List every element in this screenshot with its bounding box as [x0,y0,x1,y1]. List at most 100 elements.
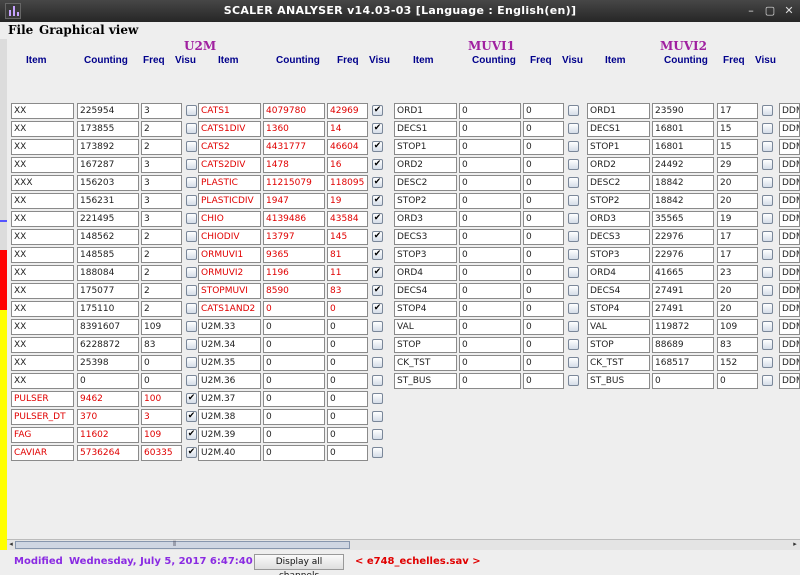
u2m-freq-field[interactable]: 16 [327,157,368,173]
u2m-counting-field[interactable]: 0 [263,319,325,335]
muvi1-counting-field[interactable]: 0 [459,319,521,335]
u2m-freq-field[interactable]: 14 [327,121,368,137]
group1-item-field[interactable]: XX [11,373,74,389]
next-group-item-field[interactable]: DDM [779,283,800,299]
muvi2-item-field[interactable]: DECS3 [587,229,650,245]
u2m-counting-field[interactable]: 0 [263,445,325,461]
group1-visu-checkbox[interactable] [186,141,197,152]
muvi1-item-field[interactable]: ORD4 [394,265,457,281]
u2m-visu-checkbox[interactable]: ✔ [372,249,383,260]
muvi1-visu-checkbox[interactable] [568,303,579,314]
u2m-freq-field[interactable]: 0 [327,373,368,389]
group1-freq-field[interactable]: 2 [141,247,182,263]
u2m-freq-field[interactable]: 0 [327,319,368,335]
group1-visu-checkbox[interactable] [186,177,197,188]
scrollbar-thumb[interactable] [15,541,350,549]
group1-freq-field[interactable]: 109 [141,427,182,443]
muvi1-freq-field[interactable]: 0 [523,337,564,353]
group1-counting-field[interactable]: 370 [77,409,139,425]
muvi1-item-field[interactable]: STOP [394,337,457,353]
scroll-left-icon[interactable]: ◂ [7,540,15,548]
u2m-item-field[interactable]: U2M.37 [198,391,261,407]
muvi1-freq-field[interactable]: 0 [523,193,564,209]
u2m-visu-checkbox[interactable]: ✔ [372,303,383,314]
next-group-item-field[interactable]: DDM [779,265,800,281]
muvi2-counting-field[interactable]: 16801 [652,121,714,137]
group1-freq-field[interactable]: 3 [141,409,182,425]
group1-freq-field[interactable]: 3 [141,175,182,191]
u2m-freq-field[interactable]: 0 [327,445,368,461]
u2m-freq-field[interactable]: 118095 [327,175,368,191]
muvi2-counting-field[interactable]: 22976 [652,229,714,245]
group1-counting-field[interactable]: 9462 [77,391,139,407]
u2m-counting-field[interactable]: 1478 [263,157,325,173]
muvi1-freq-field[interactable]: 0 [523,283,564,299]
group1-item-field[interactable]: FAG [11,427,74,443]
muvi2-counting-field[interactable]: 41665 [652,265,714,281]
u2m-item-field[interactable]: CATS2DIV [198,157,261,173]
group1-item-field[interactable]: XX [11,193,74,209]
muvi2-item-field[interactable]: CK_TST [587,355,650,371]
group1-freq-field[interactable]: 2 [141,265,182,281]
muvi1-counting-field[interactable]: 0 [459,229,521,245]
group1-visu-checkbox[interactable] [186,195,197,206]
muvi1-visu-checkbox[interactable] [568,357,579,368]
muvi2-visu-checkbox[interactable] [762,141,773,152]
u2m-visu-checkbox[interactable]: ✔ [372,267,383,278]
group1-counting-field[interactable]: 175077 [77,283,139,299]
muvi1-freq-field[interactable]: 0 [523,355,564,371]
muvi1-counting-field[interactable]: 0 [459,265,521,281]
group1-freq-field[interactable]: 2 [141,229,182,245]
u2m-freq-field[interactable]: 46604 [327,139,368,155]
muvi1-visu-checkbox[interactable] [568,375,579,386]
group1-visu-checkbox[interactable] [186,213,197,224]
maximize-icon[interactable]: ▢ [763,4,777,18]
group1-item-field[interactable]: PULSER_DT [11,409,74,425]
muvi1-counting-field[interactable]: 0 [459,355,521,371]
muvi2-counting-field[interactable]: 0 [652,373,714,389]
group1-counting-field[interactable]: 8391607 [77,319,139,335]
u2m-counting-field[interactable]: 0 [263,373,325,389]
group1-item-field[interactable]: XX [11,157,74,173]
group1-visu-checkbox[interactable] [186,357,197,368]
u2m-counting-field[interactable]: 0 [263,337,325,353]
muvi1-visu-checkbox[interactable] [568,177,579,188]
u2m-item-field[interactable]: PLASTICDIV [198,193,261,209]
u2m-freq-field[interactable]: 145 [327,229,368,245]
next-group-item-field[interactable]: DDM [779,229,800,245]
u2m-visu-checkbox[interactable]: ✔ [372,231,383,242]
muvi1-counting-field[interactable]: 0 [459,103,521,119]
menu-graphical-view[interactable]: Graphical view [39,23,138,37]
muvi1-item-field[interactable]: DECS4 [394,283,457,299]
muvi2-visu-checkbox[interactable] [762,267,773,278]
u2m-visu-checkbox[interactable] [372,411,383,422]
u2m-visu-checkbox[interactable] [372,393,383,404]
group1-freq-field[interactable]: 100 [141,391,182,407]
u2m-visu-checkbox[interactable]: ✔ [372,141,383,152]
group1-freq-field[interactable]: 83 [141,337,182,353]
muvi2-freq-field[interactable]: 29 [717,157,758,173]
muvi2-counting-field[interactable]: 119872 [652,319,714,335]
muvi1-counting-field[interactable]: 0 [459,247,521,263]
horizontal-scrollbar[interactable]: ◂ ⦀ ▸ [7,539,800,550]
muvi1-freq-field[interactable]: 0 [523,265,564,281]
group1-visu-checkbox[interactable] [186,267,197,278]
muvi2-item-field[interactable]: STOP [587,337,650,353]
u2m-item-field[interactable]: STOPMUVI [198,283,261,299]
display-all-channels-button[interactable]: Display all channels [254,554,344,575]
muvi1-freq-field[interactable]: 0 [523,301,564,317]
muvi2-visu-checkbox[interactable] [762,195,773,206]
muvi2-counting-field[interactable]: 18842 [652,175,714,191]
next-group-item-field[interactable]: DDM [779,355,800,371]
u2m-item-field[interactable]: U2M.39 [198,427,261,443]
next-group-item-field[interactable]: DDM [779,373,800,389]
muvi1-visu-checkbox[interactable] [568,213,579,224]
muvi1-freq-field[interactable]: 0 [523,247,564,263]
muvi2-item-field[interactable]: VAL [587,319,650,335]
group1-counting-field[interactable]: 148562 [77,229,139,245]
muvi1-visu-checkbox[interactable] [568,267,579,278]
next-group-item-field[interactable]: DDM [779,157,800,173]
u2m-freq-field[interactable]: 83 [327,283,368,299]
group1-freq-field[interactable]: 3 [141,103,182,119]
muvi2-visu-checkbox[interactable] [762,213,773,224]
